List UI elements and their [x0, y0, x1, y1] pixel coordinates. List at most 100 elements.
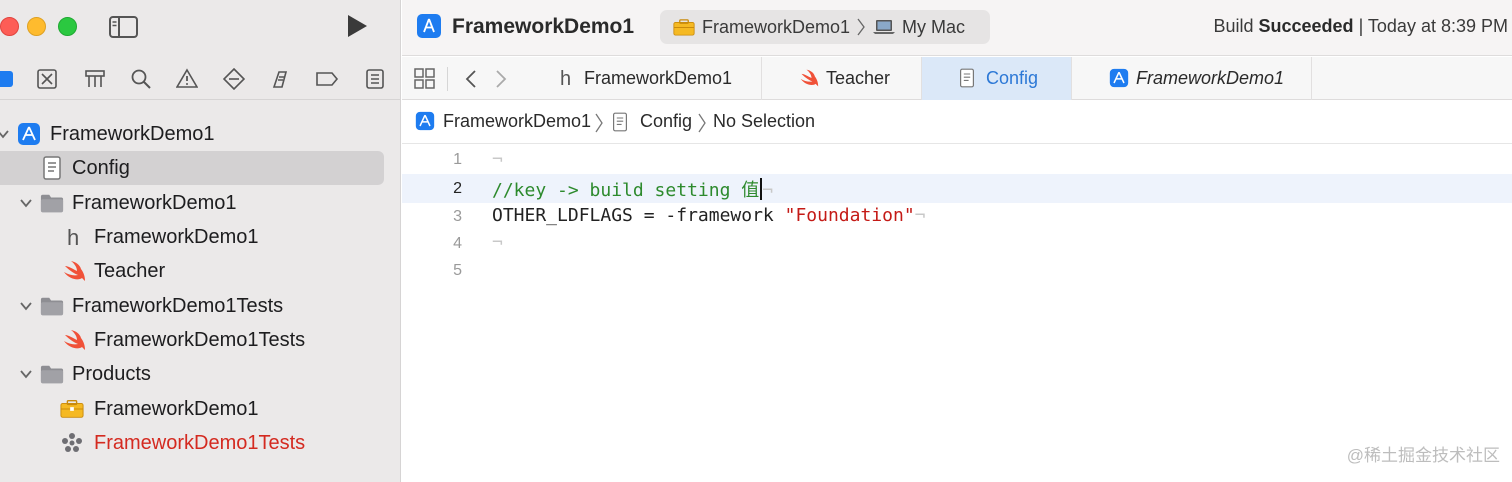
tab-label: FrameworkDemo1	[1136, 68, 1285, 88]
chevron-down-icon[interactable]	[19, 196, 33, 210]
project-navigator-sidebar: FrameworkDemo1 Config FrameworkDemo1 h F…	[0, 0, 401, 482]
folder-icon	[40, 362, 64, 386]
find-navigator-icon[interactable]	[128, 66, 154, 92]
chevron-down-icon[interactable]	[19, 367, 33, 381]
project-navigator-icon[interactable]	[0, 66, 16, 92]
navigator-selector-bar	[0, 62, 401, 96]
source-control-navigator-icon[interactable]	[34, 66, 60, 92]
tree-item-header-file[interactable]: h FrameworkDemo1	[0, 220, 401, 254]
header-file-icon: h	[62, 225, 86, 249]
scheme-selector[interactable]: FrameworkDemo1 My Mac	[660, 10, 990, 44]
build-status-result: Succeeded	[1258, 16, 1354, 36]
build-status-prefix: Build	[1213, 16, 1254, 36]
svg-text:h: h	[67, 225, 79, 249]
related-items-grid-icon[interactable]	[412, 66, 438, 92]
tab-label: Config	[986, 68, 1039, 88]
tab-label: Teacher	[826, 68, 891, 88]
framework-icon	[60, 397, 84, 421]
jump-bar-project[interactable]: FrameworkDemo1	[443, 111, 591, 132]
xcode-project-icon	[415, 111, 435, 136]
forward-chevron-icon[interactable]	[488, 66, 514, 92]
tree-item-label: Teacher	[94, 260, 166, 282]
code-comment: //key -> build setting 值	[492, 180, 760, 201]
breakpoint-navigator-icon[interactable]	[314, 66, 340, 92]
line-number: 3	[453, 208, 462, 225]
project-title: FrameworkDemo1	[452, 15, 635, 38]
svg-text:h: h	[560, 68, 571, 89]
tree-item-label: FrameworkDemo1	[94, 226, 259, 248]
tab-config[interactable]: Config	[922, 57, 1072, 100]
build-status-time: | Today at 8:39 PM	[1358, 16, 1508, 36]
tab-bar-divider	[447, 67, 448, 91]
zoom-window-button[interactable]	[58, 17, 77, 36]
line-number: 5	[453, 262, 462, 279]
tree-item-group-frameworkdemo1[interactable]: FrameworkDemo1	[0, 186, 401, 220]
tree-item-label: Products	[72, 363, 151, 385]
config-file-icon	[40, 156, 64, 180]
jump-bar-selection[interactable]: No Selection	[713, 111, 815, 132]
jump-bar-file[interactable]: Config	[640, 111, 692, 132]
close-window-button[interactable]	[0, 17, 19, 36]
tree-item-label: FrameworkDemo1	[94, 398, 259, 420]
code-line-2[interactable]: //key -> build setting 值 ¬	[492, 176, 773, 202]
chevron-right-icon	[856, 17, 866, 42]
chevron-right-icon	[698, 113, 706, 133]
code-line-4[interactable]: ¬	[492, 232, 503, 253]
test-navigator-icon[interactable]	[221, 66, 247, 92]
code-line-1[interactable]: ¬	[492, 149, 503, 170]
chevron-down-icon[interactable]	[0, 127, 10, 141]
debug-navigator-icon[interactable]	[268, 66, 294, 92]
tree-item-product-tests[interactable]: FrameworkDemo1Tests	[0, 426, 401, 460]
tree-item-product-framework[interactable]: FrameworkDemo1	[0, 392, 401, 426]
tree-item-label: FrameworkDemo1Tests	[94, 329, 306, 351]
invisible-newline: ¬	[492, 149, 503, 170]
code-setting-key: OTHER_LDFLAGS = -framework	[492, 205, 785, 226]
editor-area: FrameworkDemo1 FrameworkDemo1 My Mac Bui…	[402, 0, 1512, 482]
swift-icon	[62, 259, 86, 283]
laptop-icon	[872, 19, 896, 40]
scheme-name: FrameworkDemo1	[702, 17, 851, 37]
folder-icon	[40, 191, 64, 215]
minimize-window-button[interactable]	[27, 17, 46, 36]
issue-navigator-icon[interactable]	[174, 66, 200, 92]
tree-item-project[interactable]: FrameworkDemo1	[0, 117, 401, 151]
editor-tab-bar: h FrameworkDemo1 Teacher Config Framewor…	[402, 57, 1512, 100]
tree-item-label: FrameworkDemo1	[72, 192, 237, 214]
run-button[interactable]	[344, 12, 370, 40]
tab-frameworkdemo1-header[interactable]: h FrameworkDemo1	[542, 57, 762, 100]
tab-frameworkdemo1-project[interactable]: FrameworkDemo1	[1072, 57, 1312, 100]
invisible-newline: ¬	[914, 205, 926, 226]
folder-icon	[40, 294, 64, 318]
tree-item-label: Config	[72, 157, 130, 179]
chevron-down-icon[interactable]	[19, 299, 33, 313]
swift-icon	[62, 328, 86, 352]
source-editor[interactable]: 1 2 3 4 5 ¬ //key -> build setting 值 ¬ OT…	[402, 145, 1512, 482]
invisible-newline: ¬	[492, 232, 503, 253]
sidebar-toggle-icon[interactable]	[108, 14, 140, 40]
tree-item-group-tests[interactable]: FrameworkDemo1Tests	[0, 289, 401, 323]
symbol-navigator-icon[interactable]	[82, 66, 108, 92]
tree-item-config[interactable]: Config	[0, 151, 401, 185]
xcode-project-icon	[17, 122, 41, 146]
framework-icon	[673, 18, 695, 42]
tab-label: FrameworkDemo1	[584, 68, 733, 88]
line-number: 2	[453, 180, 462, 197]
invisible-newline: ¬	[762, 180, 774, 201]
header-file-icon: h	[556, 67, 578, 89]
test-bundle-icon	[60, 431, 84, 455]
tree-item-teacher[interactable]: Teacher	[0, 254, 401, 288]
code-line-3[interactable]: OTHER_LDFLAGS = -framework "Foundation"¬	[492, 205, 926, 226]
xcode-project-icon	[417, 14, 441, 38]
swift-icon	[798, 67, 820, 89]
tree-item-label: FrameworkDemo1Tests	[72, 295, 284, 317]
back-chevron-icon[interactable]	[458, 66, 484, 92]
run-destination: My Mac	[902, 17, 965, 37]
tree-item-group-products[interactable]: Products	[0, 357, 401, 391]
tree-item-label: FrameworkDemo1	[50, 123, 215, 145]
tab-teacher[interactable]: Teacher	[762, 57, 922, 100]
line-number: 4	[453, 235, 462, 252]
config-file-icon	[956, 67, 978, 89]
report-navigator-icon[interactable]	[362, 66, 388, 92]
config-file-icon	[612, 112, 628, 137]
tree-item-tests-swift[interactable]: FrameworkDemo1Tests	[0, 323, 401, 357]
